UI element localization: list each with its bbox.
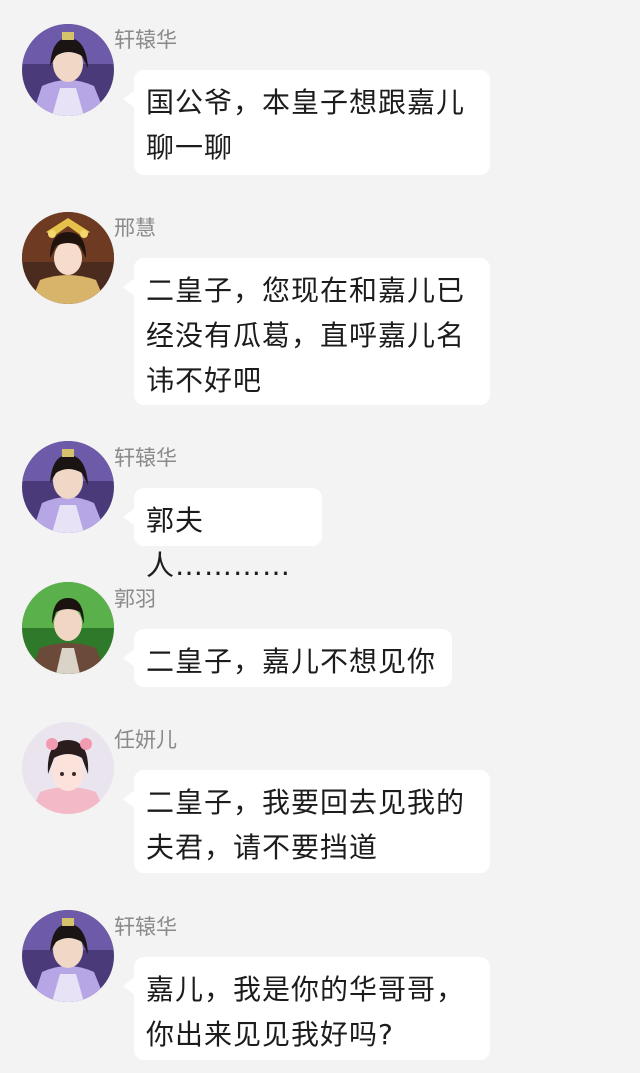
message-bubble[interactable]: 二皇子，您现在和嘉儿已 经没有瓜葛，直呼嘉儿名 讳不好吧 [123, 258, 490, 405]
avatar-xinghui-icon[interactable] [22, 212, 114, 304]
avatar-xuanyuanhua-icon[interactable] [22, 441, 114, 533]
message-text: 二皇子，您现在和嘉儿已 经没有瓜葛，直呼嘉儿名 讳不好吧 [146, 274, 466, 397]
sender-name: 轩辕华 [114, 446, 177, 470]
chat-thread[interactable]: 轩辕华 国公爷，本皇子想跟嘉儿 聊一聊 邢慧 二皇子，您现在和嘉儿已 经没有瓜葛… [0, 0, 640, 1073]
sender-name: 轩辕华 [114, 28, 177, 52]
message-text: 二皇子，我要回去见我的 夫君，请不要挡道 [146, 786, 466, 864]
avatar-renyaner-icon[interactable] [22, 722, 114, 814]
message-bubble[interactable]: 郭夫人………… [123, 488, 322, 582]
avatar-guoyu-icon[interactable] [22, 582, 114, 674]
sender-name: 任妍儿 [114, 728, 177, 752]
sender-name: 轩辕华 [114, 915, 177, 939]
sender-name: 邢慧 [114, 216, 156, 240]
message-text: 二皇子，嘉儿不想见你 [146, 645, 437, 678]
message-bubble[interactable]: 二皇子，我要回去见我的 夫君，请不要挡道 [123, 770, 490, 873]
message-bubble[interactable]: 二皇子，嘉儿不想见你 [123, 629, 452, 687]
message-text: 嘉儿，我是你的华哥哥， 你出来见见我好吗? [146, 973, 466, 1051]
sender-name: 郭羽 [114, 587, 156, 611]
message-text: 国公爷，本皇子想跟嘉儿 聊一聊 [146, 86, 466, 164]
avatar-xuanyuanhua-icon[interactable] [22, 910, 114, 1002]
message-text: 郭夫人………… [146, 504, 292, 582]
message-bubble[interactable]: 嘉儿，我是你的华哥哥， 你出来见见我好吗? [123, 957, 490, 1060]
message-bubble[interactable]: 国公爷，本皇子想跟嘉儿 聊一聊 [123, 70, 490, 175]
avatar-xuanyuanhua-icon[interactable] [22, 24, 114, 116]
